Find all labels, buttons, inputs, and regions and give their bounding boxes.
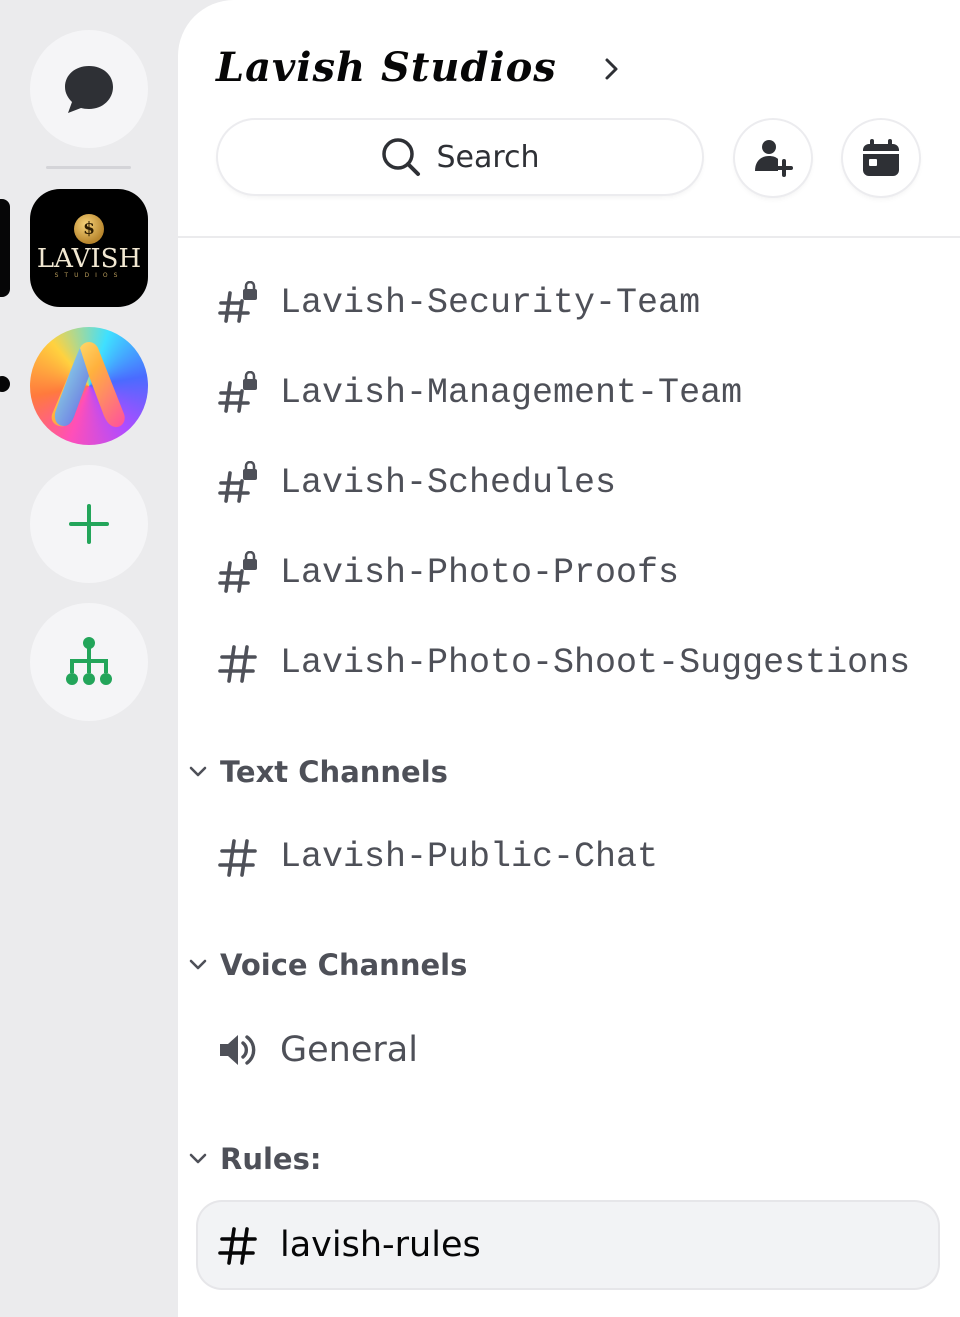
channel-item[interactable]: Lavish-Security-Team xyxy=(218,274,700,332)
channel-name: Lavish-Security-Team xyxy=(280,283,701,323)
server-lavish-studios[interactable]: $ LAVISH STUDIOS xyxy=(30,189,148,307)
chat-bubble-icon xyxy=(65,66,113,113)
channel-name: General xyxy=(280,1030,418,1070)
channel-name: Lavish-Schedules xyxy=(280,463,617,503)
hashtag-icon xyxy=(218,1223,258,1267)
channel-item[interactable]: Lavish-Management-Team xyxy=(218,364,742,422)
chevron-down-icon xyxy=(189,766,207,777)
calendar-icon xyxy=(863,139,899,176)
speaker-icon xyxy=(218,1028,258,1072)
add-person-icon xyxy=(755,140,793,177)
search-button[interactable]: Search xyxy=(218,120,702,194)
selected-server-indicator xyxy=(0,199,10,297)
rail-separator xyxy=(46,166,131,169)
channel-item[interactable]: Lavish-Photo-Proofs xyxy=(218,544,679,602)
selected-channel-row[interactable]: lavish-rules xyxy=(198,1202,938,1288)
category-label: Voice Channels xyxy=(220,948,468,982)
gradient-a-logo-icon xyxy=(51,342,125,428)
locked-hashtag-icon xyxy=(218,461,258,505)
hashtag-icon xyxy=(218,641,258,685)
channel-item[interactable]: Lavish-Public-Chat xyxy=(218,828,658,886)
channel-name: Lavish-Management-Team xyxy=(280,373,743,413)
server-gradient-a[interactable] xyxy=(30,327,148,445)
category-label: Rules: xyxy=(220,1142,322,1176)
chevron-right-icon[interactable] xyxy=(604,56,620,82)
channel-name: lavish-rules xyxy=(280,1225,481,1265)
invite-members-button[interactable] xyxy=(735,120,811,196)
direct-messages-button[interactable] xyxy=(30,30,148,148)
server-rail: $ LAVISH STUDIOS xyxy=(0,0,178,1317)
channel-item[interactable]: Lavish-Schedules xyxy=(218,454,616,512)
plus-icon xyxy=(69,504,109,544)
channel-name: Lavish-Photo-Shoot-Suggestions xyxy=(280,643,911,683)
locked-hashtag-icon xyxy=(218,551,258,595)
discover-servers-button[interactable] xyxy=(30,603,148,721)
category-text-channels[interactable]: Text Channels xyxy=(188,750,448,794)
events-button[interactable] xyxy=(843,120,919,196)
chevron-down-icon xyxy=(189,1153,207,1164)
hierarchy-icon xyxy=(66,637,112,685)
dollar-coin-icon: $ xyxy=(74,213,104,244)
channel-name: Lavish-Photo-Proofs xyxy=(280,553,680,593)
channel-item[interactable]: Lavish-Photo-Shoot-Suggestions xyxy=(218,634,910,692)
category-voice-channels[interactable]: Voice Channels xyxy=(188,943,467,987)
chevron-down-icon xyxy=(189,959,207,970)
server-name-title[interactable]: Lavish Studios xyxy=(216,44,557,91)
voice-channel-item[interactable]: General xyxy=(218,1021,418,1079)
search-label: Search xyxy=(436,139,540,175)
category-label: Text Channels xyxy=(220,755,448,789)
channel-name: Lavish-Public-Chat xyxy=(280,837,659,877)
channel-panel: Lavish Studios Search Lavish-Security-Te… xyxy=(178,0,960,1317)
add-server-button[interactable] xyxy=(30,465,148,583)
locked-hashtag-icon xyxy=(218,281,258,325)
locked-hashtag-icon xyxy=(218,371,258,415)
hashtag-icon xyxy=(218,835,258,879)
header-divider xyxy=(178,236,960,238)
category-rules[interactable]: Rules: xyxy=(188,1137,321,1181)
search-icon xyxy=(382,138,421,176)
unread-indicator xyxy=(0,376,10,392)
channel-item[interactable]: lavish-rules xyxy=(218,1216,481,1274)
server-subtitle: STUDIOS xyxy=(54,271,124,279)
server-wordmark: LAVISH xyxy=(36,243,142,274)
